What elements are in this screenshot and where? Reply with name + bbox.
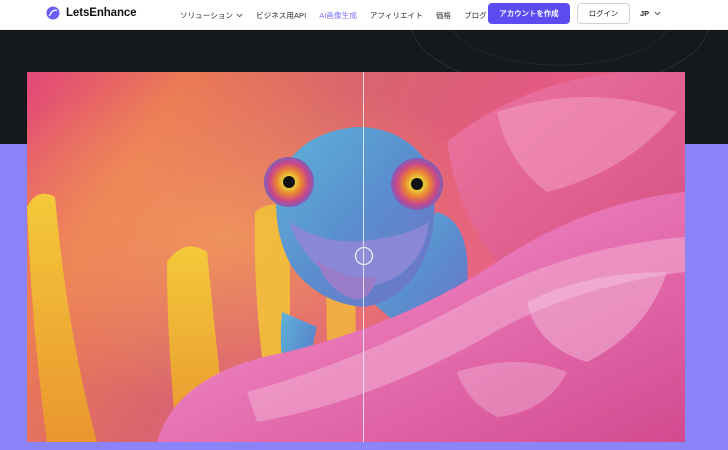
nav-item-label: アフィリエイト: [369, 10, 423, 20]
brand-name: LetsEnhance: [66, 7, 137, 19]
brand-logo[interactable]: LetsEnhance: [46, 6, 137, 20]
nav-item-blog[interactable]: ブログ: [464, 10, 487, 21]
nav-item-pricing[interactable]: 価格: [436, 10, 451, 21]
nav-item-label: 価格: [435, 10, 451, 20]
nav-item-label: ブログ: [464, 10, 487, 20]
language-selector[interactable]: JP: [640, 9, 661, 18]
nav-item-label: ビジネス用API: [256, 10, 307, 20]
main-nav: ソリューション ビジネス用API AI画像生成 アフィリエイト 価格 ブログ: [180, 0, 487, 30]
chevron-down-icon: [236, 13, 243, 17]
login-button[interactable]: ログイン: [577, 3, 630, 24]
nav-item-affiliate[interactable]: アフィリエイト: [370, 10, 423, 21]
letsenhance-logo-icon: [46, 6, 60, 20]
language-label: JP: [640, 9, 650, 18]
chevron-down-icon: [654, 11, 661, 16]
nav-item-solutions[interactable]: ソリューション: [180, 10, 243, 21]
nav-item-business-api[interactable]: ビジネス用API: [256, 10, 306, 21]
comparison-slider-handle[interactable]: [355, 247, 373, 265]
top-navigation-bar: LetsEnhance ソリューション ビジネス用API AI画像生成 アフィリ…: [0, 0, 728, 30]
nav-item-ai-image-generation[interactable]: AI画像生成: [319, 10, 357, 21]
nav-item-label: ソリューション: [180, 10, 234, 20]
create-account-button[interactable]: アカウントを作成: [488, 3, 570, 24]
nav-item-label: AI画像生成: [319, 10, 357, 20]
